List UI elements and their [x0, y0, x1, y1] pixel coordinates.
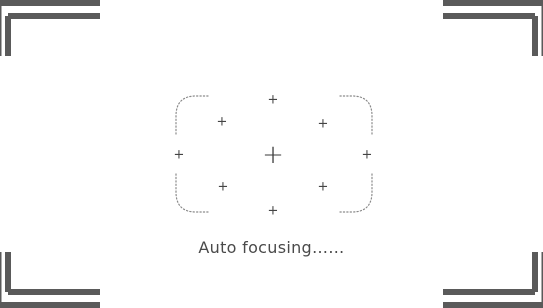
camera-viewfinder: + + + + + + + + + Auto focusing…… — [0, 0, 543, 308]
frame-corner-bottom-right — [443, 252, 543, 308]
af-point-top-icon: + — [267, 92, 279, 108]
af-point-right-icon: + — [361, 147, 373, 163]
frame-corner-top-left — [0, 0, 100, 56]
autofocus-status-text: Auto focusing…… — [198, 238, 345, 257]
af-point-lower-left-icon: + — [217, 179, 229, 195]
af-point-center-icon: + — [262, 140, 284, 170]
af-point-left-icon: + — [173, 147, 185, 163]
frame-corner-bottom-left — [0, 252, 100, 308]
af-point-upper-right-icon: + — [317, 116, 329, 132]
af-point-lower-right-icon: + — [317, 179, 329, 195]
af-point-bottom-icon: + — [267, 203, 279, 219]
af-point-upper-left-icon: + — [216, 114, 228, 130]
frame-corner-top-right — [443, 0, 543, 56]
